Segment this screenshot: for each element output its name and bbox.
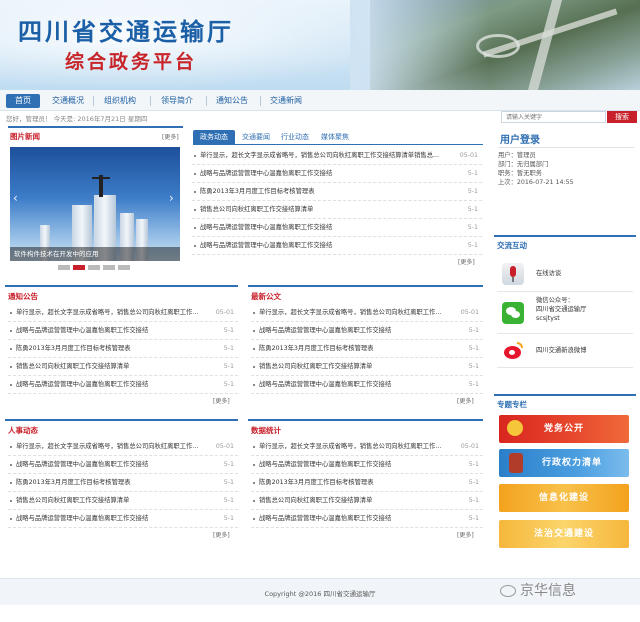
main-news-list: 单行显示，超长文字显示成省略号，销售总公司向秋红离职工作交接结算清单销售总...… xyxy=(192,147,482,255)
latest-docs-title: 最新公文 xyxy=(251,292,281,301)
list-item[interactable]: 单行显示，超长文字显示成省略号，销售总公司向秋红离职工作... 05-01 xyxy=(251,438,483,456)
list-item[interactable]: 陈勇2013年3月月度工作目标考核管理表 5-1 xyxy=(8,340,238,358)
list-item[interactable]: 单行显示，超长文字显示成省略号，销售总公司向秋红离职工作... 05-01 xyxy=(251,304,483,322)
slide-dot-active[interactable] xyxy=(73,265,85,270)
slide-dot[interactable] xyxy=(88,265,100,270)
stats-title: 数据统计 xyxy=(251,426,281,435)
login-last-time: 上次：2016-07-21 14:55 xyxy=(498,179,574,186)
topic-party-affairs-button[interactable]: 党务公开 xyxy=(499,415,629,443)
nav-item-home[interactable]: 首页 xyxy=(6,94,40,108)
list-item[interactable]: 战略与品牌运营管理中心温嘉怡离职工作交接结 5-1 xyxy=(251,510,483,528)
nav-item-leaders[interactable]: 领导简介 xyxy=(157,94,197,108)
seal-stamp-icon xyxy=(509,453,523,473)
login-title: 用户登录 xyxy=(500,135,540,146)
photo-news-slide[interactable]: ‹ › 软件构件技术在开发中的应用 xyxy=(10,147,180,261)
list-item[interactable]: 战略与品牌运营管理中心温嘉怡离职工作交接结 5-1 xyxy=(251,376,483,394)
list-item[interactable]: 战略与品牌运营管理中心温嘉怡离职工作交接结 5-1 xyxy=(8,456,238,474)
header-banner: 四川省交通运输厅 综合政务平台 xyxy=(0,0,640,90)
list-item[interactable]: 战略与品牌运营管理中心温嘉怡离职工作交接结 5-1 xyxy=(8,510,238,528)
list-item[interactable]: 销售总公司向秋红离职工作交接结算清单 5-1 xyxy=(8,492,238,510)
photo-news-more-link[interactable]: [更多] xyxy=(162,132,179,141)
main-nav: 首页 交通概况 组织机构 领导简介 通知公告 交通新闻 xyxy=(0,90,640,111)
list-item[interactable]: 战略与品牌运营管理中心温嘉怡离职工作交接结 5-1 xyxy=(251,322,483,340)
personnel-title: 人事动态 xyxy=(8,426,38,435)
notice-title: 通知公告 xyxy=(8,292,38,301)
nav-item-overview[interactable]: 交通概况 xyxy=(48,94,88,108)
tab-media[interactable]: 媒体聚焦 xyxy=(318,130,352,144)
watermark-text: 京华信息 xyxy=(500,580,576,600)
list-item[interactable]: 战略与品牌运营管理中心温嘉怡离职工作交接结 5-1 xyxy=(251,456,483,474)
tab-transport-news[interactable]: 交通要闻 xyxy=(239,130,273,144)
next-slide-icon[interactable]: › xyxy=(169,191,174,205)
stats-more-link[interactable]: [更多] xyxy=(457,530,474,539)
nav-item-notices[interactable]: 通知公告 xyxy=(212,94,252,108)
list-item[interactable]: 战略与品牌运营管理中心温嘉怡离职工作交接结 5-1 xyxy=(8,376,238,394)
wechat-row[interactable]: 微信公众号： 四川省交通运输厅 scsjtyst xyxy=(497,292,633,334)
list-item[interactable]: 战略与品牌运营管理中心温嘉怡离职工作交接结 5-1 xyxy=(192,219,482,237)
search-input[interactable] xyxy=(501,111,606,123)
topic-rule-of-law-button[interactable]: 法治交通建设 xyxy=(499,520,629,548)
weibo-icon xyxy=(502,340,524,362)
list-item[interactable]: 单行显示，超长文字显示成省略号，销售总公司向秋红离职工作... 05-01 xyxy=(8,438,238,456)
list-item[interactable]: 销售总公司向秋红离职工作交接结算清单 5-1 xyxy=(251,492,483,510)
topic-informatization-button[interactable]: 信息化建设 xyxy=(499,484,629,512)
weibo-row[interactable]: 四川交通新浪微博 xyxy=(497,334,633,368)
slide-dot[interactable] xyxy=(103,265,115,270)
contact-title: 交流互动 xyxy=(497,241,527,250)
welcome-text: 您好，管理员！ 今天是: 2016年7月21日 星期四 xyxy=(6,115,148,123)
topics-title: 专题专栏 xyxy=(497,400,527,409)
list-item[interactable]: 战略与品牌运营管理中心温嘉怡离职工作交接结 5-1 xyxy=(8,322,238,340)
list-item[interactable]: 陈勇2013年3月月度工作目标考核管理表 5-1 xyxy=(251,474,483,492)
login-department: 部门：无归属部门 xyxy=(498,161,549,168)
list-item[interactable]: 陈勇2013年3月月度工作目标考核管理表 5-1 xyxy=(251,340,483,358)
main-news-more-link[interactable]: [更多] xyxy=(458,257,475,266)
nav-item-news[interactable]: 交通新闻 xyxy=(266,94,306,108)
tab-gov-affairs[interactable]: 政务动态 xyxy=(193,130,235,144)
personnel-list: 单行显示，超长文字显示成省略号，销售总公司向秋红离职工作... 05-01 战略与… xyxy=(8,438,238,528)
site-subtitle: 综合政务平台 xyxy=(65,51,198,73)
photo-news-title: 图片新闻 xyxy=(10,132,40,141)
list-item[interactable]: 销售总公司向秋红离职工作交接结算清单 5-1 xyxy=(192,201,482,219)
list-item[interactable]: 战略与品牌运营管理中心温嘉怡离职工作交接结 5-1 xyxy=(192,237,482,255)
notice-list: 单行显示，超长文字显示成省略号，销售总公司向秋红离职工作... 05-01 战略与… xyxy=(8,304,238,394)
site-title: 四川省交通运输厅 xyxy=(18,17,234,46)
wechat-icon xyxy=(502,302,524,324)
list-item[interactable]: 战略与品牌运营管理中心温嘉怡离职工作交接结 5-1 xyxy=(192,165,482,183)
latest-docs-list: 单行显示，超长文字显示成省略号，销售总公司向秋红离职工作... 05-01 战略与… xyxy=(251,304,483,394)
search-button[interactable]: 搜索 xyxy=(607,111,637,123)
login-user: 用户：管理员 xyxy=(498,152,536,159)
list-item[interactable]: 陈勇2013年3月月度工作目标考核管理表 5-1 xyxy=(8,474,238,492)
login-position: 职务：暂无职务 xyxy=(498,170,543,177)
list-item[interactable]: 单行显示，超长文字显示成省略号，销售总公司向秋红离职工作交接结算清单销售总...… xyxy=(192,147,482,165)
photo-caption: 软件构件技术在开发中的应用 xyxy=(10,247,180,261)
notice-more-link[interactable]: [更多] xyxy=(213,396,230,405)
party-emblem-icon xyxy=(507,420,523,436)
slide-dot[interactable] xyxy=(118,265,130,270)
nav-item-organization[interactable]: 组织机构 xyxy=(100,94,140,108)
topic-power-list-button[interactable]: 行政权力清单 xyxy=(499,449,629,477)
microphone-icon xyxy=(502,263,524,285)
tab-industry[interactable]: 行业动态 xyxy=(278,130,312,144)
prev-slide-icon[interactable]: ‹ xyxy=(13,191,18,205)
list-item[interactable]: 销售总公司向秋红离职工作交接结算清单 5-1 xyxy=(251,358,483,376)
stats-list: 单行显示，超长文字显示成省略号，销售总公司向秋红离职工作... 05-01 战略与… xyxy=(251,438,483,528)
slide-pager xyxy=(58,265,148,271)
list-item[interactable]: 陈勇2013年3月月度工作目标考核管理表 5-1 xyxy=(192,183,482,201)
wechat-watermark-icon xyxy=(500,585,516,597)
list-item[interactable]: 销售总公司向秋红离职工作交接结算清单 5-1 xyxy=(8,358,238,376)
latest-docs-more-link[interactable]: [更多] xyxy=(457,396,474,405)
slide-dot[interactable] xyxy=(58,265,70,270)
personnel-more-link[interactable]: [更多] xyxy=(213,530,230,539)
online-interview-row[interactable]: 在线访谈 xyxy=(497,256,633,292)
list-item[interactable]: 单行显示，超长文字显示成省略号，销售总公司向秋红离职工作... 05-01 xyxy=(8,304,238,322)
